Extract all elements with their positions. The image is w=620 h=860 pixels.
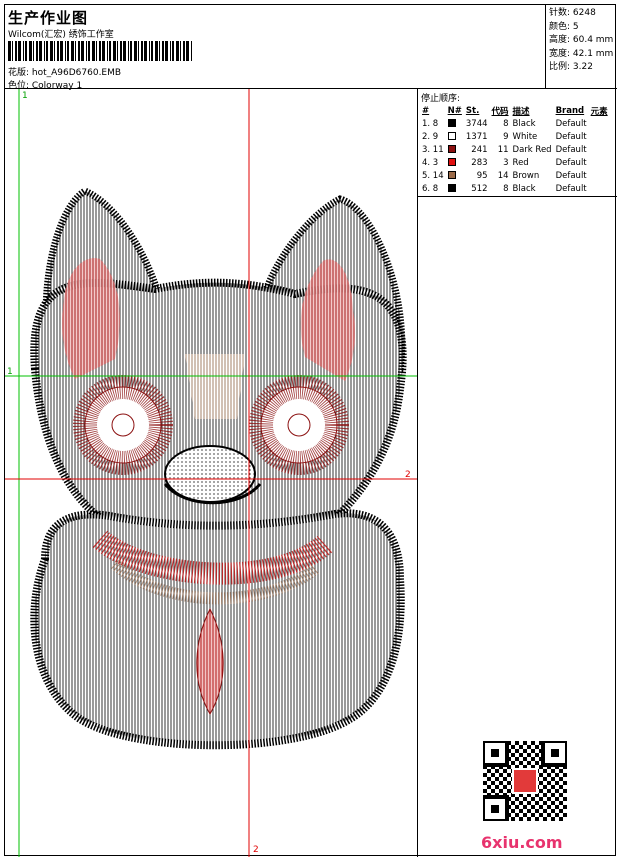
cell-swatch	[446, 143, 464, 156]
stop-sequence-panel: 停止顺序: # N# St. 代码 描述 Brand 元素 1. 8 3744 8 B…	[418, 89, 617, 197]
cell-brand: Default	[555, 157, 587, 168]
table-row: 5. 14 95 14 Brown Default	[420, 169, 610, 182]
color-count: 颜色: 5	[549, 21, 579, 32]
color-swatch	[447, 145, 456, 153]
col-brand: Brand	[555, 106, 585, 116]
col-description: 描述	[512, 107, 530, 117]
color-swatch	[447, 132, 456, 140]
col-stitches: St.	[465, 106, 480, 116]
table-row: 2. 9 1371 9 White Default	[420, 130, 610, 143]
design-file-name: 花版: hot_A96D6760.EMB	[8, 68, 122, 78]
cell-element	[589, 143, 610, 156]
cell-brand: Default	[555, 144, 587, 155]
cell-stitches: 3744	[465, 118, 488, 129]
cell-element	[589, 169, 610, 182]
color-swatch	[447, 158, 456, 166]
cell-code: 3	[503, 157, 509, 168]
cell-stitches: 95	[476, 170, 488, 181]
table-row: 1. 8 3744 8 Black Default	[420, 117, 610, 130]
table-row: 3. 11 241 11 Dark Red Default	[420, 143, 610, 156]
col-needle: N#	[447, 106, 462, 116]
cell-swatch	[446, 169, 464, 182]
cell-stitches: 512	[471, 183, 488, 194]
production-worksheet: 生产作业图 Wilcom(汇宏) 绣饰工作室 花版: hot_A96D6760.…	[4, 4, 617, 857]
barcode-image	[8, 41, 192, 61]
table-header-row: # N# St. 代码 描述 Brand 元素	[420, 105, 610, 117]
cell-element	[589, 156, 610, 169]
cell-swatch	[446, 117, 464, 130]
table-row: 6. 8 512 8 Black Default	[420, 182, 610, 195]
color-swatch	[447, 119, 456, 127]
cell-code: 8	[503, 118, 509, 129]
cell-code: 9	[503, 131, 509, 142]
cell-swatch	[446, 130, 464, 143]
col-code: 代码	[491, 107, 509, 117]
col-element: 元素	[590, 107, 608, 117]
cell-brand: Default	[555, 183, 587, 194]
stop-sequence-title: 停止顺序:	[421, 94, 461, 104]
cell-description: Dark Red	[512, 144, 552, 155]
cell-stitches: 283	[471, 157, 488, 168]
cell-brand: Default	[555, 118, 587, 129]
cell-index: 4. 3	[422, 157, 439, 168]
cell-element	[589, 182, 610, 195]
cell-stitches: 1371	[465, 131, 488, 142]
stop-sequence-table: # N# St. 代码 描述 Brand 元素 1. 8 3744 8 Black De…	[420, 105, 610, 195]
cell-element	[589, 130, 610, 143]
watermark-site: 6xiu.com	[481, 833, 563, 852]
qr-code-image	[483, 741, 567, 821]
color-swatch	[447, 171, 456, 179]
cell-index: 2. 9	[422, 131, 439, 142]
guide-marker-bottom: 2	[253, 845, 259, 855]
cell-description: White	[512, 131, 538, 142]
cell-index: 3. 11	[422, 144, 444, 155]
design-width: 宽度: 42.1 mm	[549, 48, 614, 59]
cell-description: Brown	[512, 170, 540, 181]
cell-index: 5. 14	[422, 170, 444, 181]
cat-embroidery-image	[5, 89, 417, 857]
guide-marker-top: 1	[22, 91, 28, 101]
studio-name: Wilcom(汇宏) 绣饰工作室	[8, 30, 114, 40]
color-swatch	[447, 184, 456, 192]
cell-code: 8	[503, 183, 509, 194]
col-index: #	[422, 106, 430, 116]
page-title: 生产作业图	[8, 9, 89, 27]
cell-description: Red	[512, 157, 529, 168]
cell-brand: Default	[555, 170, 587, 181]
cell-description: Black	[512, 183, 536, 194]
cell-description: Black	[512, 118, 536, 129]
guide-marker-left: 1	[7, 367, 13, 377]
guide-marker-right: 2	[405, 470, 411, 480]
header-panel: 生产作业图 Wilcom(汇宏) 绣饰工作室 花版: hot_A96D6760.…	[5, 5, 546, 91]
design-scale: 比例: 3.22	[549, 62, 593, 72]
cell-code: 11	[497, 144, 509, 155]
stats-panel: 针数: 6248 颜色: 5 高度: 60.4 mm 宽度: 42.1 mm 比…	[546, 5, 617, 89]
cell-code: 14	[497, 170, 509, 181]
cell-stitches: 241	[471, 144, 488, 155]
cell-brand: Default	[555, 131, 587, 142]
cell-swatch	[446, 156, 464, 169]
cell-element	[589, 117, 610, 130]
cell-swatch	[446, 182, 464, 195]
design-height: 高度: 60.4 mm	[549, 35, 614, 45]
cell-index: 6. 8	[422, 183, 439, 194]
embroidery-preview: 1 1 2 2	[5, 89, 418, 857]
stitch-count: 针数: 6248	[549, 8, 596, 18]
table-row: 4. 3 283 3 Red Default	[420, 156, 610, 169]
cell-index: 1. 8	[422, 118, 439, 129]
